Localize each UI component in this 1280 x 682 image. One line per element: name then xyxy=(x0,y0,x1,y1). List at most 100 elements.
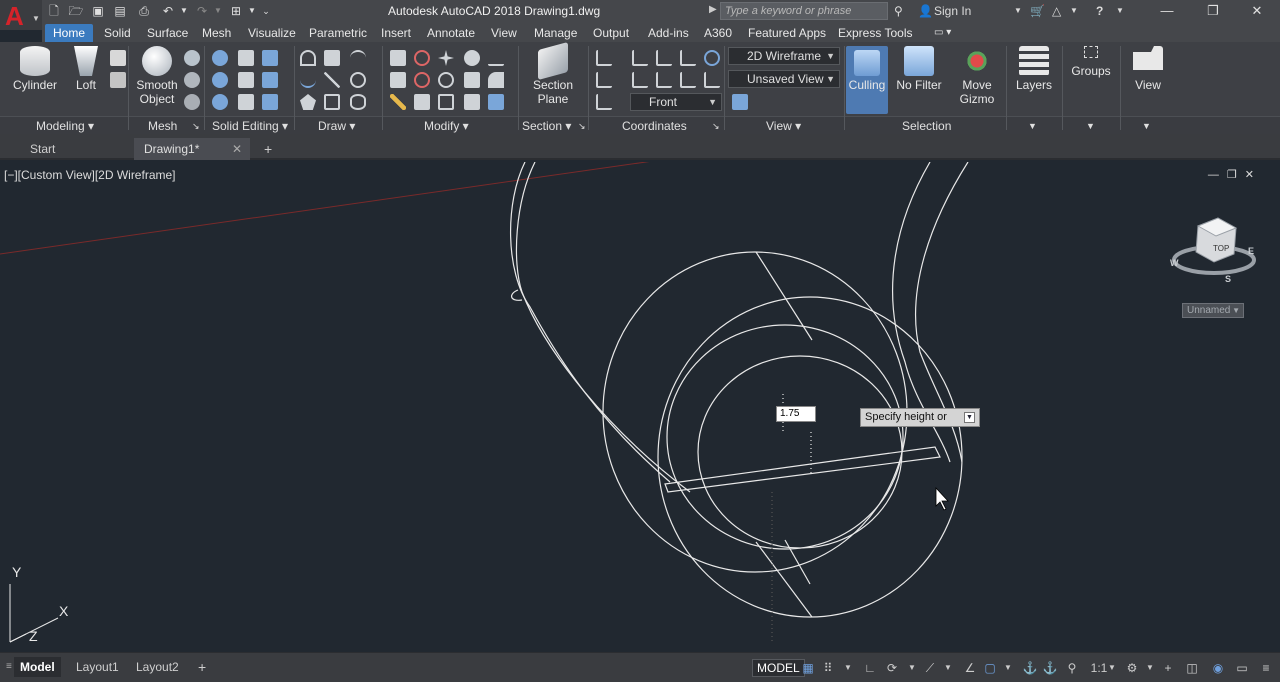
undo-icon[interactable]: ↶ xyxy=(160,3,176,19)
sign-in-button[interactable]: Sign In xyxy=(934,3,971,19)
ucs-object-icon[interactable] xyxy=(596,94,612,110)
viewport-controls-label[interactable]: [−][Custom View][2D Wireframe] xyxy=(4,168,176,182)
close-button[interactable]: ✕ xyxy=(1234,0,1280,22)
tab-visualize[interactable]: Visualize xyxy=(248,24,296,42)
layers-button[interactable]: Layers xyxy=(1012,46,1056,92)
draw-panel-label[interactable]: Draw ▾ xyxy=(318,118,355,134)
loft-button[interactable]: Loft xyxy=(66,46,106,92)
3d-array-icon[interactable] xyxy=(488,94,504,110)
extract-edges-icon[interactable] xyxy=(238,50,254,66)
exchange-icon[interactable]: △ xyxy=(1052,3,1061,19)
trim-icon[interactable] xyxy=(390,50,406,66)
modeling-panel-label[interactable]: Modeling ▾ xyxy=(36,118,94,134)
plot-icon[interactable]: ⎙ xyxy=(136,3,152,19)
polygon-icon[interactable] xyxy=(300,94,316,110)
rectangle-icon[interactable] xyxy=(324,94,340,110)
layout2-tab[interactable]: Layout2 xyxy=(130,657,185,677)
ortho-icon[interactable]: ∟ xyxy=(862,661,878,675)
annotation-visibility-icon[interactable]: ⚓ xyxy=(1022,661,1038,675)
layout1-tab[interactable]: Layout1 xyxy=(70,657,125,677)
spline-icon[interactable] xyxy=(300,72,316,88)
tab-parametric[interactable]: Parametric xyxy=(309,24,367,42)
tab-insert[interactable]: Insert xyxy=(381,24,411,42)
clean-screen-icon[interactable]: ▭ xyxy=(1234,661,1250,675)
redo-icon[interactable]: ↷ xyxy=(194,3,210,19)
mesh-panel-launcher-icon[interactable]: ↘ xyxy=(192,118,200,134)
help-icon[interactable]: ? xyxy=(1096,3,1103,19)
annotation-monitor-icon[interactable]: + xyxy=(1160,661,1176,675)
viewcube-face-label[interactable]: TOP xyxy=(1213,244,1229,253)
modify-panel-label[interactable]: Modify ▾ xyxy=(424,118,469,134)
hatch-icon[interactable] xyxy=(324,50,340,66)
workspace-icon[interactable]: ⊞ xyxy=(228,3,244,19)
chevron-down-icon[interactable]: ▼ xyxy=(964,412,975,423)
view-button[interactable]: View xyxy=(1126,46,1170,92)
extend-icon[interactable] xyxy=(390,72,406,88)
tab-mesh[interactable]: Mesh xyxy=(202,24,231,42)
open-file-icon[interactable]: 🗁 xyxy=(68,3,84,19)
slice-icon[interactable] xyxy=(238,72,254,88)
new-tab-icon[interactable]: + xyxy=(254,138,282,160)
cylinder-button[interactable]: Cylinder xyxy=(10,46,60,92)
rotate-icon[interactable] xyxy=(464,50,480,66)
tab-annotate[interactable]: Annotate xyxy=(427,24,475,42)
union-icon[interactable] xyxy=(212,50,228,66)
section-panel-launcher-icon[interactable]: ↘ xyxy=(578,118,586,134)
snap-icon[interactable]: ⠿ xyxy=(820,661,836,675)
tab-manage[interactable]: Manage xyxy=(534,24,577,42)
array-icon[interactable] xyxy=(464,94,480,110)
ucs-world-icon[interactable] xyxy=(632,50,648,66)
model-tab[interactable]: Model xyxy=(14,657,61,677)
chevron-down-icon[interactable]: ▼ xyxy=(904,661,920,675)
erase-icon[interactable] xyxy=(488,50,504,66)
compass-south[interactable]: S xyxy=(1225,274,1231,284)
intersect-icon[interactable] xyxy=(212,94,228,110)
workspace-switching-icon[interactable]: ⚙ xyxy=(1124,661,1140,675)
no-filter-button[interactable]: No Filter xyxy=(894,46,944,92)
thicken-icon[interactable] xyxy=(238,94,254,110)
chevron-down-icon[interactable]: ▼ xyxy=(1000,661,1016,675)
minimize-button[interactable]: — xyxy=(1144,0,1190,22)
tab-output[interactable]: Output xyxy=(593,24,629,42)
extrude-icon[interactable] xyxy=(110,50,126,66)
auto-scale-icon[interactable]: ⚓ xyxy=(1042,661,1058,675)
viewcube[interactable]: TOP W S E xyxy=(1168,214,1258,294)
redo-dropdown-icon[interactable]: ▼ xyxy=(210,3,226,19)
drawing-viewport[interactable]: Y X Z [−][Custom View][2D Wireframe] —❐✕… xyxy=(0,162,1280,652)
viewport-config-icon[interactable] xyxy=(732,94,748,110)
polyline-icon[interactable] xyxy=(300,50,316,66)
tab-home[interactable]: Home xyxy=(45,24,94,42)
drawing-canvas[interactable] xyxy=(0,162,1280,652)
extrude-faces-icon[interactable] xyxy=(262,50,278,66)
selection-panel-label[interactable]: Selection xyxy=(902,118,951,134)
shell-icon[interactable] xyxy=(262,94,278,110)
dynamic-input-field[interactable]: 1.75 xyxy=(776,406,816,422)
search-expand-icon[interactable]: ▶ xyxy=(709,4,717,15)
chevron-down-icon[interactable]: ▼ xyxy=(1104,661,1120,675)
subtract-icon[interactable] xyxy=(212,72,228,88)
smooth-less-icon[interactable] xyxy=(184,94,200,110)
tab-solid[interactable]: Solid xyxy=(104,24,131,42)
tab-view[interactable]: View xyxy=(491,24,517,42)
restore-button[interactable]: ❐ xyxy=(1190,0,1236,22)
mesh-sphere-icon[interactable] xyxy=(184,50,200,66)
polar-icon[interactable]: ⟳ xyxy=(884,661,900,675)
tab-express-tools[interactable]: Express Tools xyxy=(838,24,912,42)
fillet-icon[interactable] xyxy=(414,72,430,88)
hardware-acceleration-icon[interactable]: ◉ xyxy=(1210,661,1226,675)
scale-icon[interactable] xyxy=(438,94,454,110)
view-panel-label[interactable]: View ▾ xyxy=(766,118,801,134)
chevron-down-icon[interactable]: ▼ xyxy=(1142,661,1158,675)
search-input[interactable]: Type a keyword or phrase xyxy=(720,2,888,20)
grid-icon[interactable]: ▦ xyxy=(800,661,816,675)
minimize-icon[interactable]: — xyxy=(1208,169,1227,181)
chevron-down-icon[interactable]: ▼ xyxy=(1116,3,1124,19)
chevron-down-icon[interactable]: ▼ xyxy=(1014,3,1022,19)
smooth-more-icon[interactable] xyxy=(184,72,200,88)
ucs-y-icon[interactable] xyxy=(656,72,672,88)
move-gizmo-button[interactable]: Move Gizmo xyxy=(950,46,1004,106)
groups-button[interactable]: Groups xyxy=(1066,46,1116,78)
view-expand-icon[interactable]: ▼ xyxy=(1142,118,1151,134)
tab-a360[interactable]: A360 xyxy=(704,24,732,42)
saved-view-dropdown[interactable]: Unsaved View ▼ xyxy=(728,70,840,88)
